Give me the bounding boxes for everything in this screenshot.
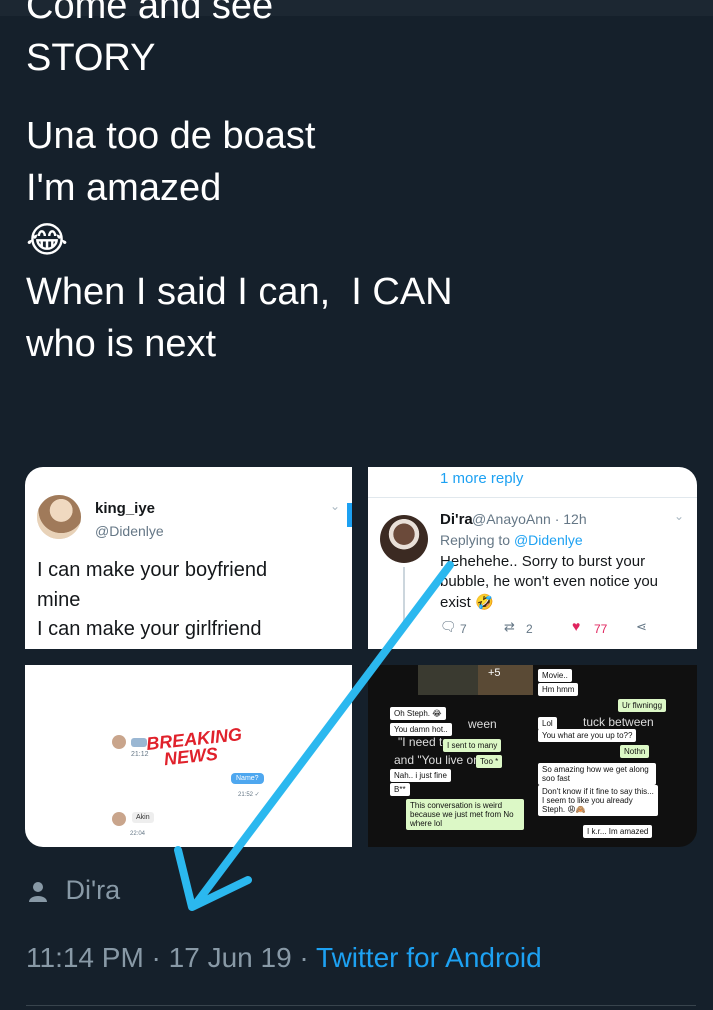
tweet-line: I'm amazed bbox=[26, 167, 222, 209]
author-name: Di'ra bbox=[65, 875, 121, 905]
tweet-text: Come and see STORY Una too de boast I'm … bbox=[26, 0, 706, 370]
tweet-meta: 11:14 PM · 17 Jun 19 · Twitter for Andro… bbox=[26, 942, 542, 974]
photo-thumb bbox=[418, 665, 478, 695]
photo-thumb bbox=[478, 665, 533, 695]
reply-icon: 🗨 bbox=[440, 619, 457, 634]
chat-message: "I need to bbox=[398, 735, 449, 749]
tears-of-joy-emoji: 😂 bbox=[26, 219, 69, 260]
avatar bbox=[380, 515, 428, 563]
chat-message: Nah.. i just fine bbox=[390, 769, 451, 782]
message-time: 21:12 bbox=[131, 751, 149, 758]
media-grid[interactable]: king_iye @Didenlye ⌄ I can make your boy… bbox=[25, 467, 697, 847]
chat-message: Oh Steph. 😂 bbox=[390, 707, 446, 720]
heart-icon: ♥ bbox=[572, 618, 581, 634]
profile-handle: @AnayoAnn · 12h bbox=[472, 511, 587, 527]
profile-name: Di'ra bbox=[440, 511, 473, 528]
person-icon bbox=[29, 881, 47, 902]
avatar bbox=[112, 735, 126, 749]
source-link[interactable]: Twitter for Android bbox=[316, 942, 542, 973]
tweet-line: Come and see bbox=[26, 0, 274, 27]
retweet-icon: ⇄ bbox=[504, 619, 515, 634]
chat-message: Too * bbox=[476, 755, 503, 768]
breaking-news-badge: BREAKING NEWS bbox=[145, 724, 243, 770]
tweet-line: who is next bbox=[26, 323, 217, 365]
message-bubble: Akin bbox=[132, 812, 154, 823]
chat-message: Movie.. bbox=[538, 669, 572, 682]
avatar-photo bbox=[37, 495, 81, 539]
chat-message: You what are you up to?? bbox=[538, 729, 637, 742]
message-time: 22:04 bbox=[130, 831, 146, 837]
media-image-3[interactable]: 21:12 BREAKING NEWS Name? 21:52 ✓ Akin 22… bbox=[25, 665, 352, 847]
tweet-timestamp: 11:14 PM · 17 Jun 19 · bbox=[26, 942, 317, 973]
replying-to: Replying to @Didenlye bbox=[440, 532, 583, 548]
tweet-snippet: I can make your boyfriend bbox=[37, 559, 268, 581]
chat-message: Ur flwningg bbox=[618, 699, 667, 712]
chevron-down-icon: ⌄ bbox=[330, 499, 341, 513]
chat-message: So amazing how we get along soo fast bbox=[538, 763, 656, 785]
thumbnail bbox=[131, 738, 147, 747]
avatar bbox=[112, 812, 126, 826]
chat-message: I k.r... Im amazed bbox=[583, 825, 653, 838]
chat-message: ween bbox=[468, 717, 497, 731]
tweet-line: When I said I can, I CAN bbox=[26, 271, 453, 313]
author-label[interactable]: Di'ra bbox=[28, 875, 120, 906]
tweet-snippet: I can make your girlfriend bbox=[37, 618, 262, 640]
chat-message: B** bbox=[390, 783, 410, 796]
like-count: 77 bbox=[594, 622, 608, 636]
retweet-count: 2 bbox=[526, 622, 533, 636]
message-bubble: Name? bbox=[231, 773, 264, 784]
profile-handle: @Didenlye bbox=[95, 523, 164, 539]
media-image-2[interactable]: 1 more reply Di'ra @AnayoAnn · 12h ⌄ Rep… bbox=[368, 467, 697, 649]
chat-message: and "You live on bbox=[394, 753, 480, 767]
more-reply-link: 1 more reply bbox=[440, 470, 524, 487]
chat-message: Don't know if it fine to say this... I s… bbox=[538, 785, 658, 816]
chevron-down-icon: ⌄ bbox=[674, 509, 685, 523]
reply-count: 7 bbox=[460, 622, 467, 636]
media-image-4[interactable]: +5 Movie.. Hm hmm Ur flwningg Oh Steph. … bbox=[368, 665, 697, 847]
chat-message: This conversation is weird because we ju… bbox=[406, 799, 524, 830]
chat-message: Hm hmm bbox=[538, 683, 579, 696]
reply-text: bubble, he won't even notice you bbox=[440, 573, 659, 590]
chat-message: Nothn bbox=[620, 745, 650, 758]
tweet-snippet: mine bbox=[37, 589, 81, 611]
scroll-edge bbox=[347, 503, 352, 527]
chat-message: tuck between bbox=[583, 715, 654, 729]
reply-text: exist 🤣 bbox=[440, 594, 494, 611]
tweet-line: Una too de boast bbox=[26, 115, 316, 157]
message-time: 21:52 ✓ bbox=[238, 792, 260, 798]
share-icon: ⋖ bbox=[636, 619, 647, 634]
chat-message: I sent to many bbox=[443, 739, 502, 752]
reply-text: Hehehehe.. Sorry to burst your bbox=[440, 553, 646, 570]
divider bbox=[26, 1005, 696, 1006]
more-photos-badge: +5 bbox=[488, 667, 501, 679]
media-image-1[interactable]: king_iye @Didenlye ⌄ I can make your boy… bbox=[25, 467, 352, 649]
tweet-line: STORY bbox=[26, 37, 156, 79]
profile-name: king_iye bbox=[95, 500, 156, 517]
